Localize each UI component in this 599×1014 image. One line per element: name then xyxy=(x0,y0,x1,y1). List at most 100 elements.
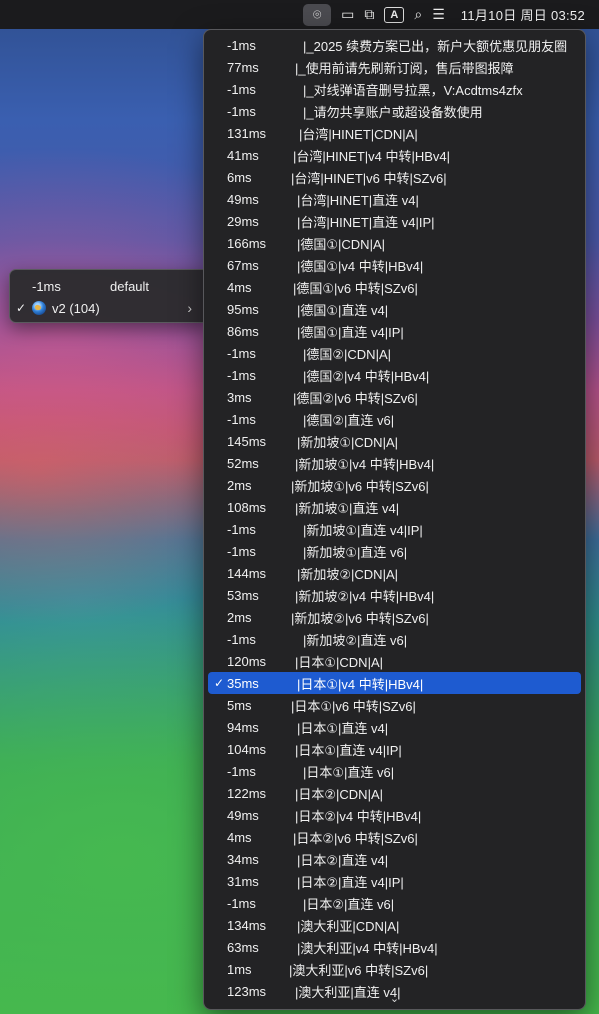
server-item[interactable]: -1ms |_对线弹语音删号拉黑，V:Acdtms4zfx xyxy=(208,78,581,100)
server-item[interactable]: 4ms |德国①|v6 中转|SZv6| xyxy=(208,276,581,298)
server-item[interactable]: 29ms |台湾|HINET|直连 v4|IP| xyxy=(208,210,581,232)
server-item[interactable]: 4ms |日本②|v6 中转|SZv6| xyxy=(208,826,581,848)
server-name: |澳大利亚|v6 中转|SZv6| xyxy=(289,962,429,978)
server-list-menu: -1ms |_2025 续费方案已出，新户大额优惠见朋友圈 77ms |_使用前请先刷… xyxy=(203,29,586,1010)
server-name: |日本②|v6 中转|SZv6| xyxy=(293,830,418,846)
server-latency: 86ms xyxy=(227,323,259,339)
server-item[interactable]: 134ms |澳大利亚|CDN|A| xyxy=(208,914,581,936)
server-latency: 77ms xyxy=(227,59,259,75)
server-latency: 6ms xyxy=(227,169,252,185)
server-name: |德国②|CDN|A| xyxy=(303,346,391,362)
screen-mirroring-icon[interactable]: ⧉ xyxy=(364,4,374,26)
server-name: |日本①|v6 中转|SZv6| xyxy=(291,698,416,714)
server-name: |新加坡①|CDN|A| xyxy=(297,434,398,450)
server-name: |新加坡②|v6 中转|SZv6| xyxy=(291,610,429,626)
server-latency: 29ms xyxy=(227,213,259,229)
server-item[interactable]: 77ms |_使用前请先刷新订阅，售后带图报障 xyxy=(208,56,581,78)
server-item[interactable]: 34ms |日本②|直连 v4| xyxy=(208,848,581,870)
server-list: -1ms |_2025 续费方案已出，新户大额优惠见朋友圈 77ms |_使用前请先刷… xyxy=(208,34,581,1002)
server-name: |新加坡①|直连 v6| xyxy=(303,544,408,560)
server-item[interactable]: -1ms |德国②|CDN|A| xyxy=(208,342,581,364)
server-name: |新加坡②|直连 v6| xyxy=(303,632,408,648)
server-latency: -1ms xyxy=(227,345,256,361)
server-item[interactable]: 3ms |德国②|v6 中转|SZv6| xyxy=(208,386,581,408)
server-item[interactable]: 49ms |台湾|HINET|直连 v4| xyxy=(208,188,581,210)
server-latency: 108ms xyxy=(227,499,267,515)
server-name: |德国①|直连 v4| xyxy=(297,302,389,318)
server-item[interactable]: -1ms |新加坡②|直连 v6| xyxy=(208,628,581,650)
server-name: |新加坡②|CDN|A| xyxy=(297,566,398,582)
server-item[interactable]: -1ms |_请勿共享账户或超设备数使用 xyxy=(208,100,581,122)
server-name: |德国①|v4 中转|HBv4| xyxy=(297,258,424,274)
server-latency: -1ms xyxy=(227,895,256,911)
server-latency: 131ms xyxy=(227,125,267,141)
server-item[interactable]: 145ms |新加坡①|CDN|A| xyxy=(208,430,581,452)
server-item[interactable]: -1ms |新加坡①|直连 v6| xyxy=(208,540,581,562)
server-latency: 67ms xyxy=(227,257,259,273)
server-item[interactable]: -1ms |德国②|直连 v6| xyxy=(208,408,581,430)
server-item[interactable]: 94ms |日本①|直连 v4| xyxy=(208,716,581,738)
server-item[interactable]: 67ms |德国①|v4 中转|HBv4| xyxy=(208,254,581,276)
server-name: |台湾|HINET|v4 中转|HBv4| xyxy=(293,148,451,164)
server-item[interactable]: -1ms |_2025 续费方案已出，新户大额优惠见朋友圈 xyxy=(208,34,581,56)
server-latency: 52ms xyxy=(227,455,259,471)
server-latency: -1ms xyxy=(227,763,256,779)
server-latency: 2ms xyxy=(227,609,252,625)
server-name: |新加坡①|v6 中转|SZv6| xyxy=(291,478,429,494)
server-item[interactable]: 49ms |日本②|v4 中转|HBv4| xyxy=(208,804,581,826)
server-name: |新加坡②|v4 中转|HBv4| xyxy=(295,588,435,604)
server-latency: 145ms xyxy=(227,433,267,449)
server-item[interactable]: 2ms |新加坡②|v6 中转|SZv6| xyxy=(208,606,581,628)
server-item[interactable]: 5ms |日本①|v6 中转|SZv6| xyxy=(208,694,581,716)
server-name: |日本①|直连 v6| xyxy=(303,764,395,780)
server-name: |德国②|直连 v6| xyxy=(303,412,395,428)
profile-group-name: default xyxy=(110,278,150,294)
camera-icon[interactable]: ▭ xyxy=(341,4,354,26)
server-item[interactable]: 166ms |德国①|CDN|A| xyxy=(208,232,581,254)
server-name: |日本②|v4 中转|HBv4| xyxy=(295,808,422,824)
server-item[interactable]: ✓ 35ms |日本①|v4 中转|HBv4| xyxy=(208,672,581,694)
control-center-icon[interactable]: ☰ xyxy=(432,4,445,26)
server-name: |德国①|v6 中转|SZv6| xyxy=(293,280,418,296)
profile-group-row[interactable]: -1ms default xyxy=(14,275,204,297)
menu-bar-clock[interactable]: 11月10日 周日 03:52 xyxy=(461,5,585,24)
server-name: |_请勿共享账户或超设备数使用 xyxy=(303,104,483,120)
server-item[interactable]: 144ms |新加坡②|CDN|A| xyxy=(208,562,581,584)
server-item[interactable]: -1ms |新加坡①|直连 v4|IP| xyxy=(208,518,581,540)
server-item[interactable]: -1ms |德国②|v4 中转|HBv4| xyxy=(208,364,581,386)
server-item[interactable]: 53ms |新加坡②|v4 中转|HBv4| xyxy=(208,584,581,606)
globe-icon xyxy=(32,301,46,315)
server-item[interactable]: -1ms |日本②|直连 v6| xyxy=(208,892,581,914)
server-latency: -1ms xyxy=(227,521,256,537)
subscription-item[interactable]: ✓ v2 (104) › xyxy=(14,297,204,319)
scroll-down-chevron-icon[interactable]: ⌄ xyxy=(204,989,585,1007)
server-item[interactable]: 108ms |新加坡①|直连 v4| xyxy=(208,496,581,518)
server-name: |台湾|HINET|v6 中转|SZv6| xyxy=(291,170,447,186)
server-item[interactable]: 31ms |日本②|直连 v4|IP| xyxy=(208,870,581,892)
server-item[interactable]: 1ms |澳大利亚|v6 中转|SZv6| xyxy=(208,958,581,980)
server-item[interactable]: 104ms |日本①|直连 v4|IP| xyxy=(208,738,581,760)
spotlight-search-icon[interactable]: ⌕ xyxy=(414,4,422,26)
server-name: |台湾|HINET|直连 v4| xyxy=(297,192,419,208)
server-latency: 94ms xyxy=(227,719,259,735)
proxy-app-icon[interactable]: ⌾ xyxy=(303,3,332,26)
server-latency: -1ms xyxy=(227,543,256,559)
server-item[interactable]: 120ms |日本①|CDN|A| xyxy=(208,650,581,672)
server-item[interactable]: -1ms |日本①|直连 v6| xyxy=(208,760,581,782)
server-item[interactable]: 2ms |新加坡①|v6 中转|SZv6| xyxy=(208,474,581,496)
server-latency: 120ms xyxy=(227,653,267,669)
server-item[interactable]: 86ms |德国①|直连 v4|IP| xyxy=(208,320,581,342)
server-item[interactable]: 6ms |台湾|HINET|v6 中转|SZv6| xyxy=(208,166,581,188)
server-item[interactable]: 41ms |台湾|HINET|v4 中转|HBv4| xyxy=(208,144,581,166)
server-item[interactable]: 95ms |德国①|直连 v4| xyxy=(208,298,581,320)
server-item[interactable]: 63ms |澳大利亚|v4 中转|HBv4| xyxy=(208,936,581,958)
server-name: |德国②|v6 中转|SZv6| xyxy=(293,390,418,406)
server-item[interactable]: 52ms |新加坡①|v4 中转|HBv4| xyxy=(208,452,581,474)
server-name: |_2025 续费方案已出，新户大额优惠见朋友圈 xyxy=(303,38,568,54)
input-method-icon[interactable]: A xyxy=(384,6,405,23)
server-item[interactable]: 122ms |日本②|CDN|A| xyxy=(208,782,581,804)
menu-bar: ⌾ ▭ ⧉ A ⌕ ☰ 11月10日 周日 03:52 xyxy=(0,0,599,29)
server-item[interactable]: 131ms |台湾|HINET|CDN|A| xyxy=(208,122,581,144)
server-name: |日本①|直连 v4|IP| xyxy=(295,742,402,758)
server-name: |德国①|直连 v4|IP| xyxy=(297,324,404,340)
